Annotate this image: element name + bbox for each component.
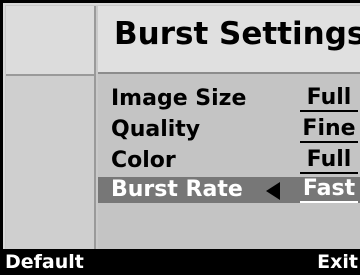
default-softkey[interactable]: Default xyxy=(5,251,84,273)
setting-label: Color xyxy=(111,148,176,173)
setting-row-quality[interactable]: Quality Fine xyxy=(98,117,360,143)
camera-menu-screen: Burst Settings Image Size Full Quality F… xyxy=(0,0,360,275)
setting-row-color[interactable]: Color Full xyxy=(98,148,360,174)
page-title: Burst Settings xyxy=(114,16,360,52)
settings-list: Image Size Full Quality Fine Color Full … xyxy=(98,74,360,249)
setting-value[interactable]: Fast xyxy=(300,177,358,203)
setting-label: Burst Rate xyxy=(111,177,243,202)
setting-label: Quality xyxy=(111,117,201,142)
sidebar-header xyxy=(6,6,96,76)
setting-row-image-size[interactable]: Image Size Full xyxy=(98,86,360,112)
title-bar: Burst Settings xyxy=(98,6,360,74)
left-arrow-icon[interactable] xyxy=(266,182,280,200)
menu-panel: Burst Settings Image Size Full Quality F… xyxy=(3,3,360,249)
softkey-bar: Default Exit xyxy=(0,249,360,275)
setting-row-burst-rate[interactable]: Burst Rate Fast xyxy=(98,177,360,203)
setting-label: Image Size xyxy=(111,86,247,111)
sidebar xyxy=(6,76,96,249)
setting-value[interactable]: Full xyxy=(300,86,358,112)
setting-value[interactable]: Fine xyxy=(300,117,358,143)
exit-softkey[interactable]: Exit xyxy=(317,251,358,273)
setting-value[interactable]: Full xyxy=(300,148,358,174)
